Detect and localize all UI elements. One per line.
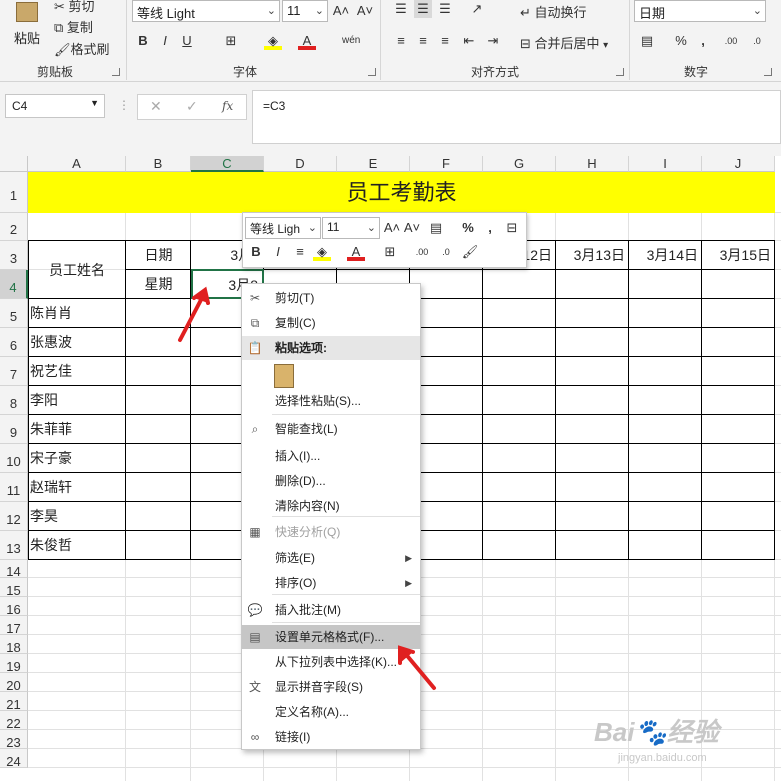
paw-icon: 🐾 xyxy=(634,717,667,747)
watermark-url: jingyan.baidu.com xyxy=(618,752,707,764)
watermark: Bai🐾经验 xyxy=(594,717,719,747)
red-arrow-icon xyxy=(178,286,210,342)
red-arrow-icon xyxy=(398,645,436,690)
annotation-arrows xyxy=(178,286,436,690)
